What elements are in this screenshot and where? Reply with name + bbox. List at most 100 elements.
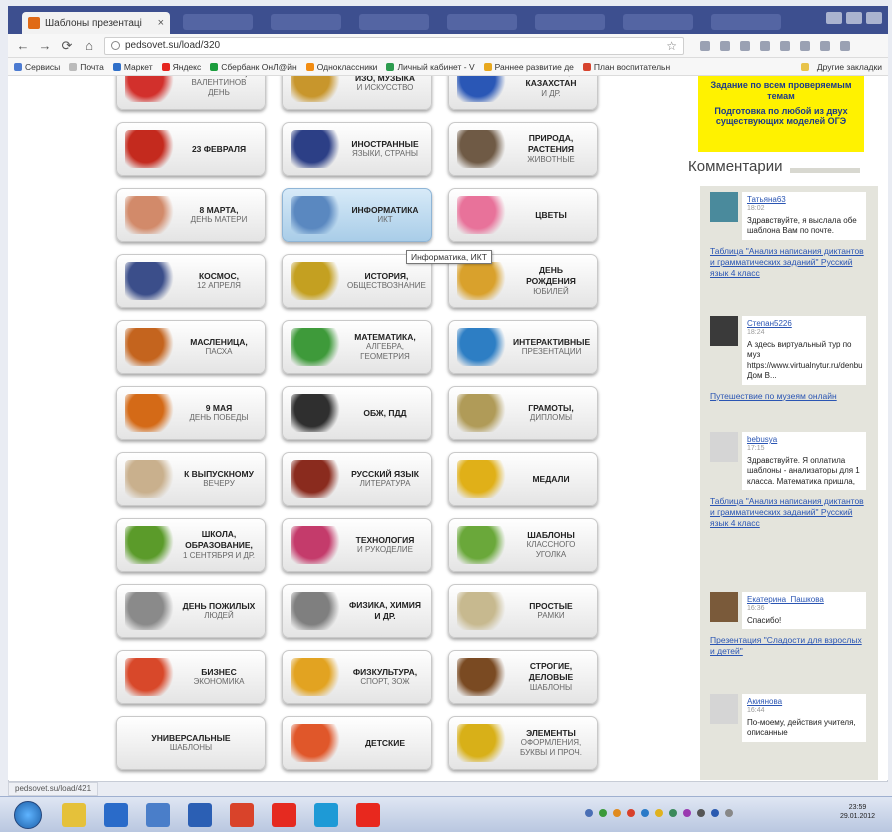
back-arrow-icon[interactable]: ←: [16, 38, 30, 53]
comment-author-link[interactable]: Екатерина_Пашкова: [747, 595, 861, 604]
extension-icon[interactable]: [760, 40, 770, 51]
blurred-tab[interactable]: [183, 14, 253, 30]
comment-author-link[interactable]: Татьяна63: [747, 195, 861, 204]
comment-author-link[interactable]: Акиянова: [747, 697, 861, 706]
category-button[interactable]: 9 МАЯ ДЕНЬ ПОБЕДЫ: [116, 386, 266, 440]
category-button[interactable]: МАТЕМАТИКА, АЛГЕБРА, ГЕОМЕТРИЯ: [282, 320, 432, 374]
blurred-tab[interactable]: [535, 14, 605, 30]
comment-source-link[interactable]: Таблица "Анализ написания диктантов и гр…: [710, 246, 868, 279]
media-icon[interactable]: [104, 803, 128, 827]
tray-icon[interactable]: [669, 809, 677, 817]
word-icon[interactable]: [188, 803, 212, 827]
comment-author-link[interactable]: Степан5226: [747, 319, 861, 328]
bookmark-item[interactable]: Сервисы: [14, 62, 60, 72]
extension-icon[interactable]: [840, 40, 850, 51]
tray-icon[interactable]: [585, 809, 593, 817]
bookmark-item[interactable]: План воспитательн: [582, 62, 670, 72]
extension-icon[interactable]: [800, 40, 810, 51]
site-info-icon[interactable]: [111, 41, 120, 50]
category-button[interactable]: ТЕХНОЛОГИЯ И РУКОДЕЛИЕ: [282, 518, 432, 572]
category-button[interactable]: МАСЛЕНИЦА, ПАСХА: [116, 320, 266, 374]
category-button[interactable]: РОССИЯ, КАЗАХСТАНИ ДР.: [448, 76, 598, 110]
category-button[interactable]: ИНОСТРАННЫЕ ЯЗЫКИ, СТРАНЫ: [282, 122, 432, 176]
tab-close-icon[interactable]: ×: [158, 17, 164, 29]
home-icon[interactable]: ⌂: [82, 38, 96, 53]
bookmark-item[interactable]: Одноклассники: [305, 62, 377, 72]
flag-icon[interactable]: [725, 809, 733, 817]
category-button[interactable]: ДЕТСКИЕ: [282, 716, 432, 770]
volume-icon[interactable]: [697, 809, 705, 817]
bookmark-item[interactable]: Личный кабинет - V: [386, 62, 475, 72]
category-button[interactable]: 8 МАРТА, ДЕНЬ МАТЕРИ: [116, 188, 266, 242]
url-text[interactable]: pedsovet.su/load/320: [125, 40, 220, 51]
chrome-icon[interactable]: [230, 803, 254, 827]
forward-arrow-icon[interactable]: →: [38, 38, 52, 53]
category-button[interactable]: ПРИРОДА, РАСТЕНИЯ ЖИВОТНЫЕ: [448, 122, 598, 176]
network-icon[interactable]: [711, 809, 719, 817]
extension-icon[interactable]: [720, 40, 730, 51]
browser-tab-active[interactable]: Шаблоны презентаці ×: [22, 12, 170, 34]
category-button[interactable]: КОСМОС, 12 АПРЕЛЯ: [116, 254, 266, 308]
reload-icon[interactable]: ⟳: [60, 38, 74, 54]
category-button[interactable]: РУССКИЙ ЯЗЫК ЛИТЕРАТУРА: [282, 452, 432, 506]
extension-icon[interactable]: [740, 40, 750, 51]
category-button[interactable]: К ВЫПУСКНОМУ ВЕЧЕРУ: [116, 452, 266, 506]
comment-author-link[interactable]: bebusya: [747, 435, 861, 444]
tray-icon[interactable]: [627, 809, 635, 817]
category-button[interactable]: ОБЖ, ПДД: [282, 386, 432, 440]
category-button[interactable]: 23 ФЕВРАЛЯ: [116, 122, 266, 176]
blurred-tab[interactable]: [623, 14, 693, 30]
tray-icon[interactable]: [655, 809, 663, 817]
avatar[interactable]: [710, 316, 738, 346]
blurred-tab[interactable]: [359, 14, 429, 30]
category-button[interactable]: ШАБЛОНЫ КЛАССНОГО УГОЛКА: [448, 518, 598, 572]
category-button[interactable]: ПРОСТЫЕ РАМКИ: [448, 584, 598, 638]
minimize-icon[interactable]: [826, 12, 842, 24]
extension-icon[interactable]: [780, 40, 790, 51]
blurred-tab[interactable]: [711, 14, 781, 30]
comment-source-link[interactable]: Таблица "Анализ написания диктантов и гр…: [710, 496, 868, 529]
category-button[interactable]: ИЗО, МУЗЫКА И ИСКУССТВО: [282, 76, 432, 110]
category-button[interactable]: ЦВЕТЫ: [448, 188, 598, 242]
category-button[interactable]: БИЗНЕС ЭКОНОМИКА: [116, 650, 266, 704]
comment-source-link[interactable]: Путешествие по музеям онлайн: [710, 391, 868, 402]
category-button[interactable]: ГРАМОТЫ, ДИПЛОМЫ: [448, 386, 598, 440]
bookmark-item[interactable]: Сбербанк ОнЛ@йн: [210, 62, 297, 72]
maximize-icon[interactable]: [846, 12, 862, 24]
category-button[interactable]: ШКОЛА, ОБРАЗОВАНИЕ, 1 СЕНТЯБРЯ И ДР.: [116, 518, 266, 572]
category-button[interactable]: СТРОГИЕ, ДЕЛОВЫЕ ШАБЛОНЫ: [448, 650, 598, 704]
category-button[interactable]: ЭЛЕМЕНТЫ ОФОРМЛЕНИЯ, БУКВЫ И ПРОЧ.: [448, 716, 598, 770]
app-icon[interactable]: [146, 803, 170, 827]
category-button[interactable]: ИНТЕРАКТИВНЫЕ ПРЕЗЕНТАЦИИ: [448, 320, 598, 374]
start-button[interactable]: [14, 801, 42, 829]
category-button[interactable]: УНИВЕРСАЛЬНЫЕ ШАБЛОНЫ: [116, 716, 266, 770]
category-button[interactable]: ИНФОРМАТИКА ИКТ: [282, 188, 432, 242]
blurred-tab[interactable]: [271, 14, 341, 30]
bookmark-item[interactable]: Раннее развитие де: [483, 62, 574, 72]
blurred-tab[interactable]: [447, 14, 517, 30]
category-button[interactable]: ФИЗКУЛЬТУРА, СПОРТ, ЗОЖ: [282, 650, 432, 704]
yandex-browser-icon[interactable]: [356, 803, 380, 827]
tray-icon[interactable]: [613, 809, 621, 817]
bookmark-item[interactable]: Маркет: [112, 62, 153, 72]
yandex-icon[interactable]: [272, 803, 296, 827]
tray-icon[interactable]: [599, 809, 607, 817]
skype-icon[interactable]: [314, 803, 338, 827]
system-clock[interactable]: 23:59 29.01.2012: [840, 803, 875, 821]
bookmark-item[interactable]: Почта: [69, 62, 104, 72]
tray-icon[interactable]: [683, 809, 691, 817]
other-bookmarks[interactable]: Другие закладки: [800, 62, 882, 72]
avatar[interactable]: [710, 694, 738, 724]
explorer-icon[interactable]: [62, 803, 86, 827]
bookmark-star-icon[interactable]: ☆: [666, 39, 677, 53]
bookmark-item[interactable]: Яндекс: [161, 62, 201, 72]
avatar[interactable]: [710, 432, 738, 462]
category-button[interactable]: МЕДАЛИ: [448, 452, 598, 506]
url-field[interactable]: pedsovet.su/load/320 ☆: [104, 36, 684, 55]
extension-icon[interactable]: [820, 40, 830, 51]
extension-icon[interactable]: [700, 40, 710, 51]
category-button[interactable]: ФИЗИКА, ХИМИЯ И ДР.: [282, 584, 432, 638]
promo-banner[interactable]: Задание по всем проверяемым темам Подгот…: [698, 76, 864, 152]
avatar[interactable]: [710, 592, 738, 622]
avatar[interactable]: [710, 192, 738, 222]
